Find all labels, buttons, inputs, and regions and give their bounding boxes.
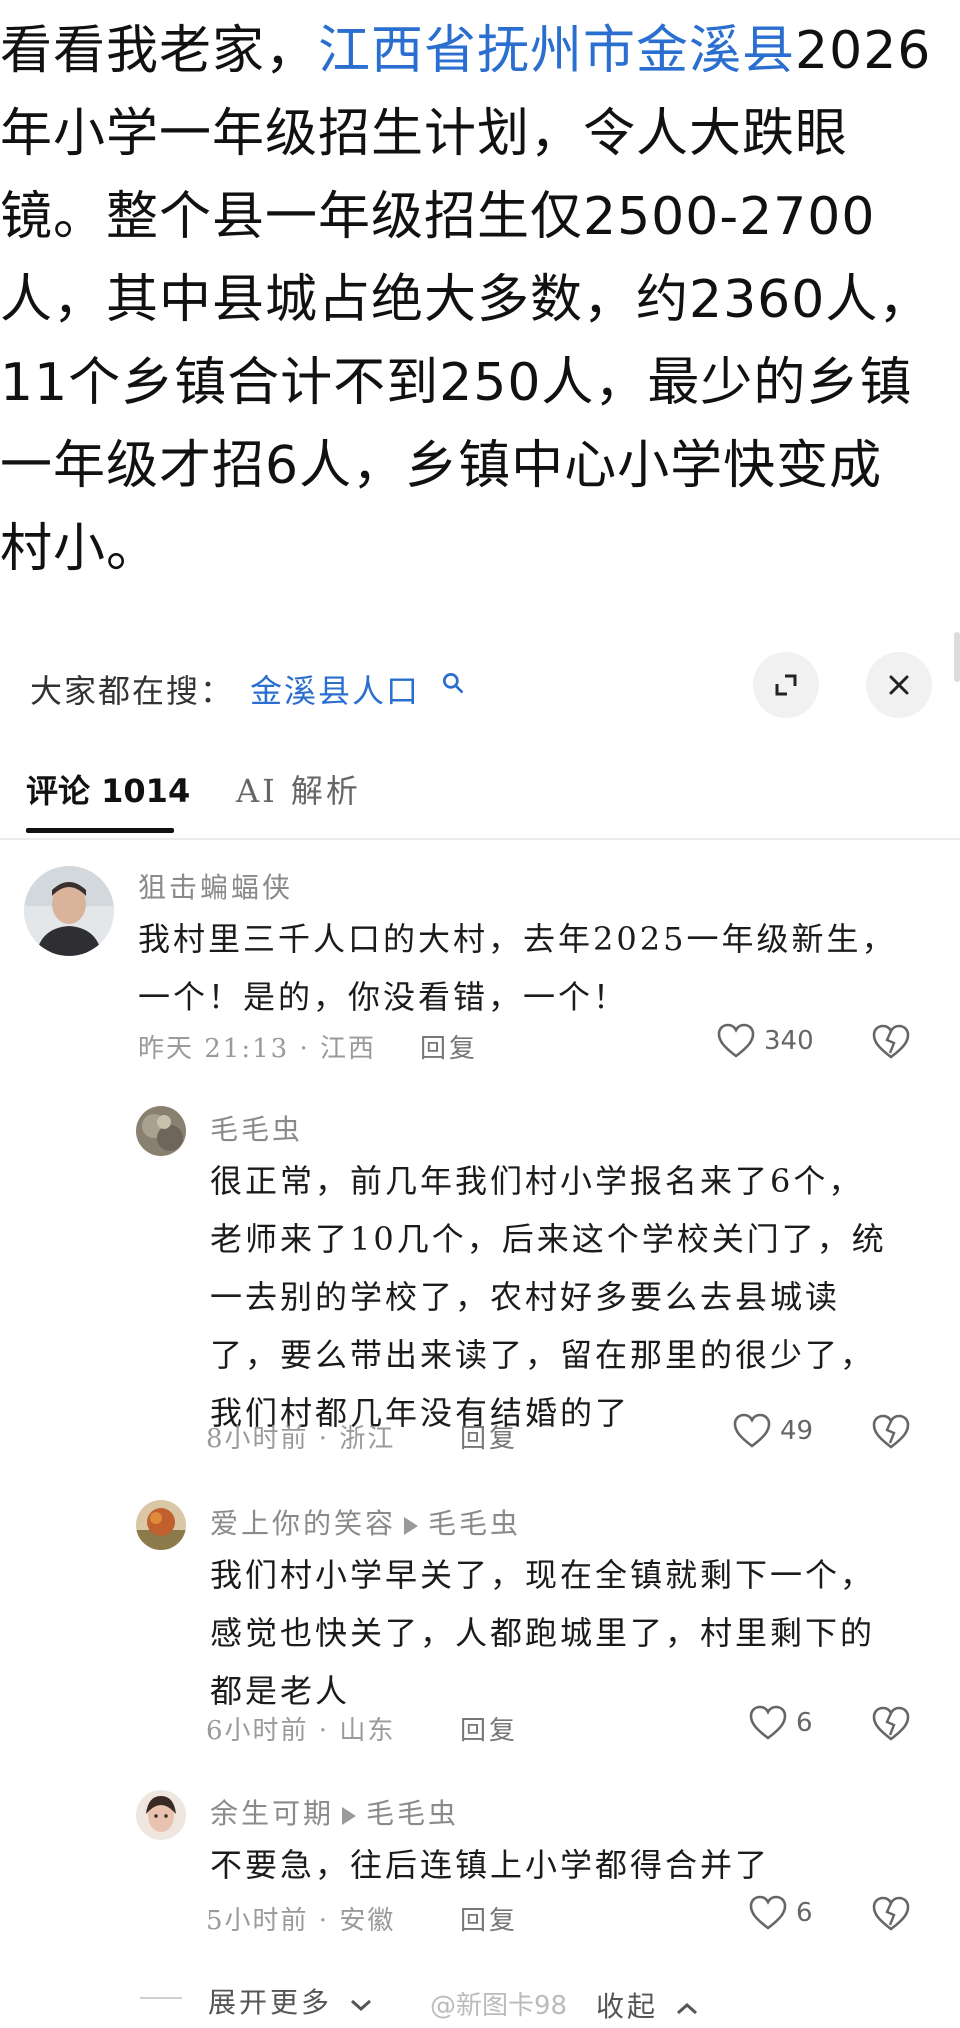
broken-heart-icon[interactable]: [871, 1412, 911, 1452]
avatar-image: [136, 1500, 186, 1550]
post-line-1: 看看我老家，江西省抚州市金溪县2026: [0, 10, 960, 93]
search-term-link[interactable]: 金溪县人口: [250, 666, 420, 712]
comment-tabs: 评论 1014 AI 解析: [0, 746, 960, 840]
divider: [140, 1997, 182, 1999]
post-text: 2026: [795, 21, 932, 81]
post-line-6: 一年级才招6人，乡镇中心小学快变成: [0, 436, 883, 496]
comment-text: 很正常，前几年我们村小学报名来了6个， 老师来了10几个，后来这个学校关门了，统…: [210, 1152, 887, 1442]
tab-active-indicator: [26, 828, 174, 833]
comment-author[interactable]: 爱上你的笑容 毛毛虫: [210, 1502, 521, 1542]
like-button[interactable]: 6: [748, 1704, 813, 1742]
like-count: 49: [780, 1416, 814, 1446]
post-line-4: 人，其中县城占绝大多数，约2360人，: [0, 270, 932, 330]
comment-line: 不要急，往后连镇上小学都得合并了: [210, 1846, 771, 1884]
post-line-3: 镜。整个县一年级招生仅2500-2700: [0, 187, 876, 247]
expand-more-button[interactable]: 展开更多: [208, 1981, 374, 2021]
watermark: @新图卡98: [430, 1991, 568, 2021]
close-icon: [889, 675, 909, 695]
search-icon[interactable]: [440, 670, 466, 696]
like-button[interactable]: 49: [732, 1412, 813, 1450]
comment-author[interactable]: 余生可期 毛毛虫: [210, 1792, 459, 1832]
comment-meta: 昨天 21:13 · 江西: [138, 1034, 376, 1064]
avatar[interactable]: [136, 1500, 186, 1550]
like-count: 6: [796, 1898, 813, 1928]
reply-arrow-icon: [404, 1516, 419, 1535]
reply-arrow-icon: [342, 1806, 357, 1825]
author-name[interactable]: 余生可期: [210, 1797, 334, 1830]
post-body: 看看我老家，江西省抚州市金溪县2026 年小学一年级招生计划，令人大跌眼 镜。整…: [0, 10, 960, 591]
comment-line: 一个！是的，你没看错，一个！: [138, 978, 629, 1016]
collapse-label: 收起: [596, 1990, 659, 2023]
comment-text: 我村里三千人口的大村，去年2025一年级新生， 一个！是的，你没看错，一个！: [138, 910, 896, 1026]
post-line-2: 年小学一年级招生计划，令人大跌眼: [0, 104, 849, 164]
author-name[interactable]: 爱上你的笑容: [210, 1507, 396, 1540]
heart-icon: [733, 1413, 771, 1448]
chevron-up-icon: [676, 2002, 697, 2014]
comment-meta: 6小时前 · 山东: [206, 1716, 396, 1746]
comment-line: 我们村小学早关了，现在全镇就剩下一个，: [210, 1556, 876, 1594]
avatar[interactable]: [24, 866, 114, 956]
reply-button[interactable]: 回复: [460, 1418, 518, 1455]
comment-line: 了，要么带出来读了，留在那里的很少了，: [210, 1336, 876, 1374]
reply-target[interactable]: 毛毛虫: [366, 1797, 459, 1830]
search-suggestion: 大家都在搜： 金溪县人口: [0, 640, 960, 730]
comment-author[interactable]: 狙击蝙蝠侠: [138, 866, 293, 906]
comment-text: 我们村小学早关了，现在全镇就剩下一个， 感觉也快关了，人都跑城里了，村里剩下的 …: [210, 1546, 875, 1720]
close-button[interactable]: [866, 652, 932, 718]
comment-author[interactable]: 毛毛虫: [210, 1108, 303, 1148]
like-count: 340: [764, 1026, 814, 1056]
broken-heart-icon[interactable]: [871, 1022, 911, 1062]
avatar-image: [24, 866, 114, 956]
search-label: 大家都在搜：: [30, 672, 235, 710]
tab-comments[interactable]: 评论 1014: [26, 766, 190, 812]
post-text: 看看我老家，: [0, 21, 319, 81]
avatar[interactable]: [136, 1106, 186, 1156]
reply-button[interactable]: 回复: [460, 1900, 518, 1937]
like-button[interactable]: 340: [716, 1022, 814, 1060]
heart-icon: [717, 1023, 755, 1058]
comment-footer: 展开更多 @新图卡98 收起: [0, 1975, 960, 2028]
comment-line: 一去别的学校了，农村好多要么去县城读: [210, 1278, 841, 1316]
avatar-image: [136, 1106, 186, 1156]
reply-button[interactable]: 回复: [420, 1028, 478, 1065]
expand-label: 展开更多: [208, 1986, 333, 2019]
avatar-image: [136, 1790, 186, 1840]
comment-line: 感觉也快关了，人都跑城里了，村里剩下的: [210, 1614, 876, 1652]
post-line-5: 11个乡镇合计不到250人，最少的乡镇: [0, 353, 913, 413]
expand-icon: [775, 674, 797, 696]
avatar[interactable]: [136, 1790, 186, 1840]
location-link[interactable]: 江西省抚州市金溪县: [318, 21, 795, 81]
reply-target[interactable]: 毛毛虫: [428, 1507, 521, 1540]
expand-button[interactable]: [753, 652, 819, 718]
chevron-down-icon: [350, 1999, 371, 2011]
heart-icon: [749, 1895, 787, 1930]
comment-meta: 8小时前 · 浙江: [206, 1424, 396, 1454]
post-line-7: 村小。: [0, 519, 160, 579]
comment-text: 不要急，往后连镇上小学都得合并了: [210, 1836, 770, 1894]
broken-heart-icon[interactable]: [871, 1704, 911, 1744]
reply-button[interactable]: 回复: [460, 1710, 518, 1747]
broken-heart-icon[interactable]: [871, 1894, 911, 1934]
like-count: 6: [796, 1708, 813, 1738]
collapse-button[interactable]: 收起: [596, 1985, 700, 2025]
comment-line: 我村里三千人口的大村，去年2025一年级新生，: [138, 920, 897, 958]
comment-meta: 5小时前 · 安徽: [206, 1906, 396, 1936]
heart-icon: [749, 1705, 787, 1740]
tab-ai-analysis[interactable]: AI 解析: [236, 766, 361, 812]
comment-line: 老师来了10几个，后来这个学校关门了，统: [210, 1220, 887, 1258]
comment-line: 很正常，前几年我们村小学报名来了6个，: [210, 1162, 864, 1200]
like-button[interactable]: 6: [748, 1894, 813, 1932]
